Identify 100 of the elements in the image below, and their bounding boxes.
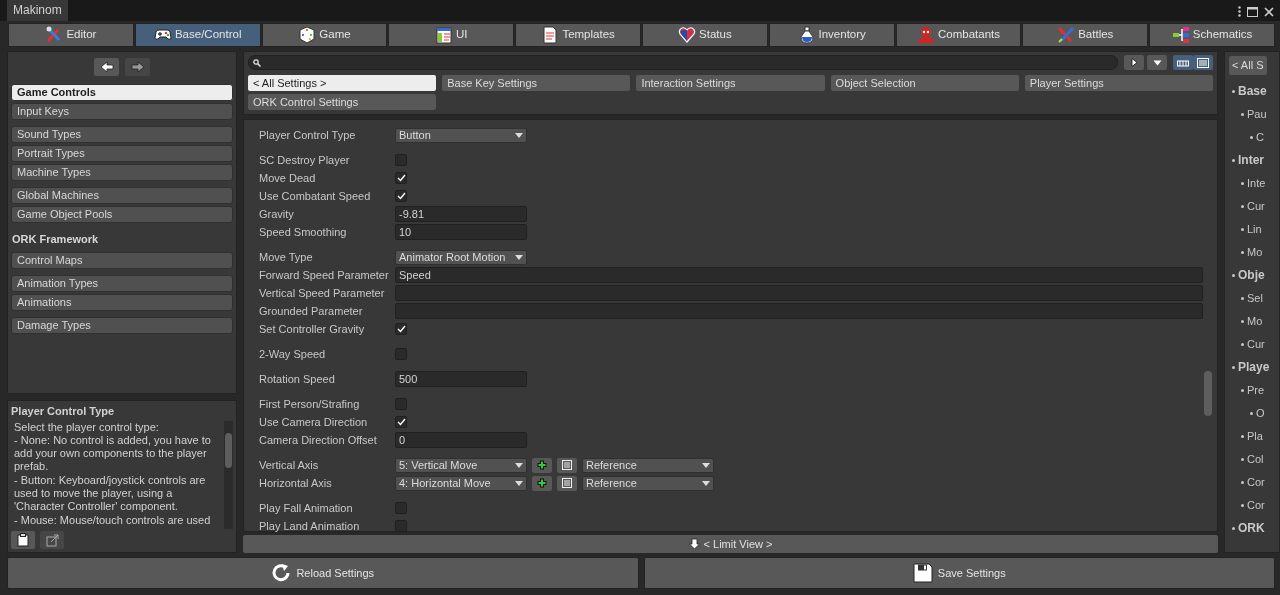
section-button[interactable]: ORK Control Settings [248,94,437,110]
outline-item[interactable]: Sel [1238,290,1279,305]
play-icon[interactable] [1124,55,1145,70]
dropdown[interactable]: 4: Horizontal Move [395,475,527,491]
tab[interactable]: Templates [515,23,641,47]
grid-view-icon[interactable] [1173,55,1193,70]
list-icon[interactable] [557,457,577,473]
field-label: Move Dead [259,170,317,186]
sidebar-item[interactable]: Control Maps [11,251,233,269]
clipboard-icon[interactable] [11,531,35,549]
dropdown[interactable]: Button [395,127,527,143]
tab[interactable]: Editor [8,23,134,47]
outline-item[interactable]: Pla [1238,428,1279,443]
dropdown[interactable]: Reference [582,475,714,491]
sidebar-item[interactable]: Machine Types [11,164,233,181]
checkbox[interactable] [395,190,407,202]
outline-item[interactable]: Cur [1238,336,1279,351]
sidebar-item[interactable]: Game Controls [11,84,233,101]
checkbox[interactable] [395,398,407,410]
field-label: First Person/Strafing [259,396,361,412]
section-button[interactable]: Player Settings [1024,75,1213,91]
outline-item[interactable]: Inte [1238,175,1279,190]
scrollbar[interactable] [224,420,233,529]
reload-button[interactable]: Reload Settings [7,557,639,589]
caret-icon [702,462,710,468]
outline-item[interactable]: Inter [1229,152,1279,167]
sidebar-item[interactable]: Game Object Pools [11,206,233,223]
back-button[interactable] [94,58,119,76]
input-field[interactable] [395,285,1203,301]
input-field[interactable]: 500 [395,371,527,387]
checkbox[interactable] [395,502,407,514]
section-button[interactable]: Base Key Settings [442,75,631,91]
outline-item[interactable]: Cur [1238,198,1279,213]
external-window-icon[interactable] [40,531,64,549]
checkbox[interactable] [395,416,407,428]
right-arrow-icon [130,61,145,73]
tab[interactable]: Inventory [768,23,895,47]
add-icon[interactable] [532,475,552,491]
sidebar-item[interactable]: Global Machines [11,187,233,204]
list-icon[interactable] [557,475,577,491]
outline-item[interactable]: Cor [1238,497,1279,512]
more-icon[interactable] [1238,6,1241,17]
tab[interactable]: Battles [1022,23,1149,47]
limit-view-button[interactable]: < Limit View > [243,535,1218,553]
add-icon[interactable] [532,457,552,473]
outline-item[interactable]: Pre [1238,382,1279,397]
outline-item[interactable]: Pau [1238,106,1279,121]
tab[interactable]: Schematics [1149,23,1275,47]
sidebar-item[interactable]: Sound Types [11,126,233,143]
checkbox[interactable] [395,348,407,360]
field-label: SC Destroy Player [259,152,351,168]
outline-item[interactable]: Playe [1229,359,1279,374]
checkbox[interactable] [395,323,407,335]
checkbox[interactable] [395,172,407,184]
tab[interactable]: Base/Control [134,23,261,47]
window-title[interactable]: Makinom [7,0,68,21]
field-label: Vertical Speed Parameter [259,285,386,301]
section-button[interactable]: Interaction Settings [636,75,825,91]
checkbox[interactable] [395,154,407,166]
sidebar-item[interactable]: Animations [11,293,233,311]
dropdown[interactable]: Reference [582,457,714,473]
swords-icon [1057,26,1076,44]
field-label: Play Land Animation [259,518,361,534]
input-field[interactable]: 0 [395,432,527,448]
outline-item[interactable]: C [1247,129,1279,144]
outline-item[interactable]: Cor [1238,474,1279,489]
search-field[interactable] [248,55,1119,70]
checkbox[interactable] [395,520,407,532]
section-button[interactable]: Object Selection [830,75,1019,91]
input-field[interactable]: -9.81 [395,206,527,222]
outline-item[interactable]: Lin [1238,221,1279,236]
dropdown-icon[interactable] [1147,55,1167,70]
outline-item[interactable]: Base [1229,83,1279,98]
save-button[interactable]: Save Settings [643,557,1275,589]
tab[interactable]: Status [642,23,768,47]
sidebar-item[interactable]: Input Keys [11,103,233,120]
all-sections-button[interactable]: < All S [1229,56,1267,75]
list-view-icon[interactable] [1193,55,1213,70]
input-field[interactable] [395,303,1203,319]
sidebar-item[interactable]: Damage Types [11,316,233,334]
left-arrow-icon [99,61,114,73]
outline-item[interactable]: O [1247,405,1279,420]
character-icon [916,26,935,44]
close-icon[interactable] [1264,6,1274,17]
outline-item[interactable]: Col [1238,451,1279,466]
input-field[interactable]: 10 [395,224,527,240]
sidebar-item[interactable]: Animation Types [11,274,233,292]
outline-item[interactable]: Mo [1238,313,1279,328]
dropdown[interactable]: Animator Root Motion [395,249,527,265]
tab[interactable]: UI [388,23,515,47]
tab[interactable]: Game [261,23,388,47]
dropdown[interactable]: 5: Vertical Move [395,457,527,473]
section-button[interactable]: < All Settings > [248,75,437,91]
outline-item[interactable]: ORK [1229,520,1279,535]
outline-item[interactable]: Obje [1229,267,1279,282]
sidebar-item[interactable]: Portrait Types [11,145,233,162]
outline-item[interactable]: Mo [1238,244,1279,259]
tab[interactable]: Combatants [895,23,1022,47]
maximize-icon[interactable] [1247,6,1258,17]
input-field[interactable]: Speed [395,267,1203,283]
